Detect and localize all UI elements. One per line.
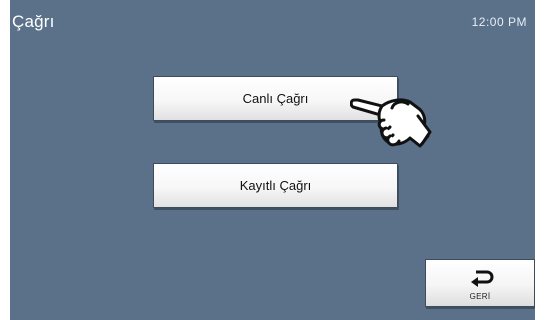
- live-call-button[interactable]: Canlı Çağrı: [153, 76, 398, 121]
- recorded-call-button[interactable]: Kayıtlı Çağrı: [153, 163, 398, 208]
- clock: 12:00 PM: [471, 15, 527, 29]
- call-screen: Çağrı 12:00 PM Canlı Çağrı Kayıtlı Çağrı…: [10, 0, 535, 320]
- back-button[interactable]: GERİ: [425, 259, 535, 307]
- live-call-label: Canlı Çağrı: [242, 91, 309, 106]
- recorded-call-label: Kayıtlı Çağrı: [239, 178, 312, 193]
- back-label: GERİ: [469, 292, 491, 301]
- page-title: Çağrı: [12, 12, 55, 31]
- return-arrow-icon: [471, 270, 494, 287]
